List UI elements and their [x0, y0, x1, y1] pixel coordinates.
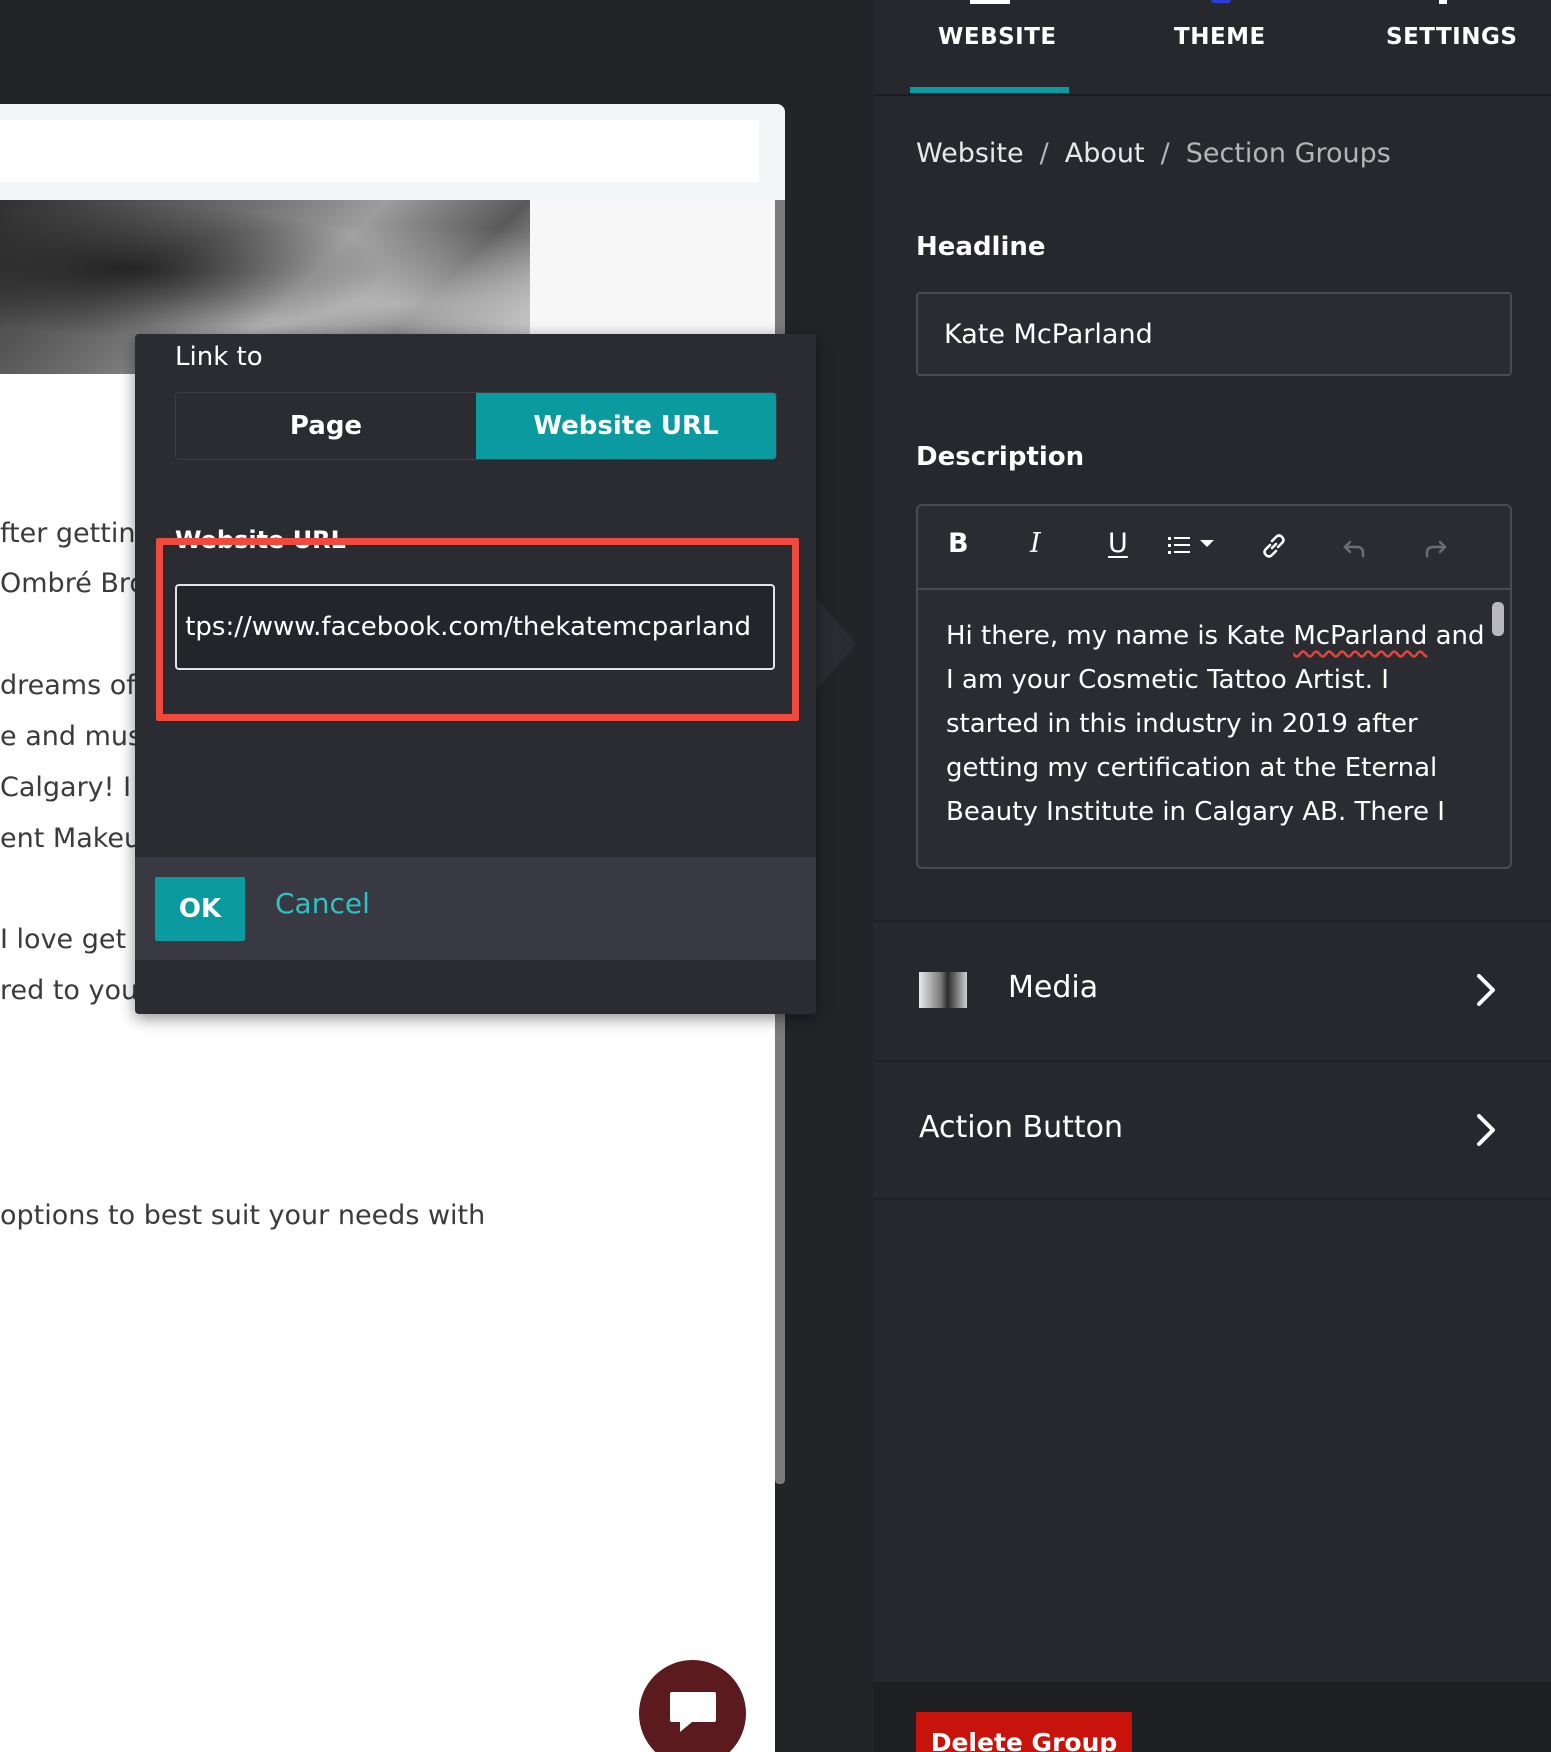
chevron-right-icon [1477, 974, 1495, 1006]
preview-header-field [0, 120, 759, 182]
headline-value: Kate McParland [944, 318, 1153, 350]
media-thumbnail [919, 972, 967, 1008]
website-url-input[interactable]: tps://www.facebook.com/thekatemcparland [175, 584, 775, 670]
settings-panel: WEBSITE THEME SETTINGS Website / About / Sec… [874, 0, 1551, 1752]
preview-text-line: e and mus [0, 721, 143, 752]
description-line: Hi there, my name is Kate McParland and [946, 614, 1486, 658]
tab-icon-marker [1439, 0, 1447, 4]
preview-header-bar [0, 104, 785, 200]
undo-icon[interactable] [1342, 536, 1368, 567]
panel-footer: Delete Group [874, 1682, 1551, 1752]
media-label: Media [1008, 970, 1099, 1005]
description-editor[interactable]: B I U Hi there, my name is Kate McParlan… [916, 504, 1512, 869]
modal-pointer [816, 598, 856, 690]
editor-scrollbar[interactable] [1492, 602, 1504, 636]
preview-text-line: I love get [0, 924, 127, 955]
breadcrumb-separator: / [1039, 138, 1049, 169]
modal-title: Link to [175, 342, 263, 372]
tab-website-url[interactable]: Website URL [476, 393, 776, 459]
description-line: Beauty Institute in Calgary AB. There I [946, 797, 1445, 827]
underline-icon[interactable]: U [1108, 528, 1128, 559]
editor-screen: fter getting Ombré Bro dreams of e and m… [0, 0, 1551, 1752]
headline-input[interactable]: Kate McParland [916, 292, 1512, 376]
description-line: I am your Cosmetic Tattoo Artist. I [946, 665, 1389, 695]
description-fragment: and [1427, 621, 1485, 651]
breadcrumb-section-groups: Section Groups [1185, 138, 1391, 169]
modal-footer: OK Cancel [135, 857, 816, 960]
description-fragment: Hi there, my name is Kate [946, 621, 1294, 651]
url-field-label: Website URL [175, 526, 346, 554]
tab-page[interactable]: Page [176, 393, 476, 459]
delete-group-button[interactable]: Delete Group [916, 1712, 1132, 1752]
action-button-row[interactable]: Action Button [874, 1060, 1551, 1198]
description-label: Description [916, 442, 1085, 472]
active-tab-indicator [910, 87, 1069, 93]
description-line: started in this industry in 2019 after [946, 709, 1418, 739]
breadcrumb-separator: / [1160, 138, 1170, 169]
link-to-modal: Link to Page Website URL Website URL tps… [135, 334, 816, 1014]
tab-theme[interactable]: THEME [1174, 24, 1266, 50]
chevron-right-icon [1477, 1114, 1495, 1146]
website-url-value: tps://www.facebook.com/thekatemcparland [185, 612, 751, 642]
misspelled-word: McParland [1293, 621, 1428, 651]
breadcrumb: Website / About / Section Groups [916, 138, 1391, 169]
preview-text-line: fter getting [0, 518, 153, 549]
preview-text-line: dreams of [0, 670, 136, 701]
link-icon[interactable] [1260, 532, 1288, 567]
editor-toolbar: B I U [918, 506, 1510, 590]
headline-label: Headline [916, 232, 1046, 262]
preview-text-line: options to best suit your needs with [0, 1200, 486, 1231]
cancel-button[interactable]: Cancel [275, 887, 370, 920]
tab-icon-marker [1211, 0, 1231, 3]
panel-tabs: WEBSITE THEME SETTINGS [874, 0, 1551, 96]
tab-settings[interactable]: SETTINGS [1386, 24, 1517, 50]
link-type-switch: Page Website URL [175, 392, 777, 460]
action-button-label: Action Button [919, 1110, 1123, 1145]
chat-icon [670, 1692, 716, 1732]
redo-icon[interactable] [1422, 536, 1448, 567]
preview-text-line: red to you [0, 975, 139, 1006]
preview-text-line: Ombré Bro [0, 568, 146, 599]
ok-button[interactable]: OK [155, 877, 245, 941]
breadcrumb-website[interactable]: Website [916, 138, 1024, 169]
media-row[interactable]: Media [874, 920, 1551, 1058]
preview-text-line: ent Makeu [0, 823, 142, 854]
description-text[interactable]: Hi there, my name is Kate McParland and … [946, 614, 1486, 834]
bold-icon[interactable]: B [948, 528, 969, 559]
tab-icon-marker [970, 0, 1010, 4]
description-line: getting my certification at the Eternal [946, 753, 1438, 783]
list-icon[interactable] [1168, 534, 1224, 565]
italic-icon[interactable]: I [1030, 528, 1041, 559]
preview-text-line: Calgary! I g [0, 772, 157, 803]
breadcrumb-about[interactable]: About [1065, 138, 1145, 169]
tab-website[interactable]: WEBSITE [938, 24, 1057, 50]
row-divider [874, 1198, 1551, 1200]
